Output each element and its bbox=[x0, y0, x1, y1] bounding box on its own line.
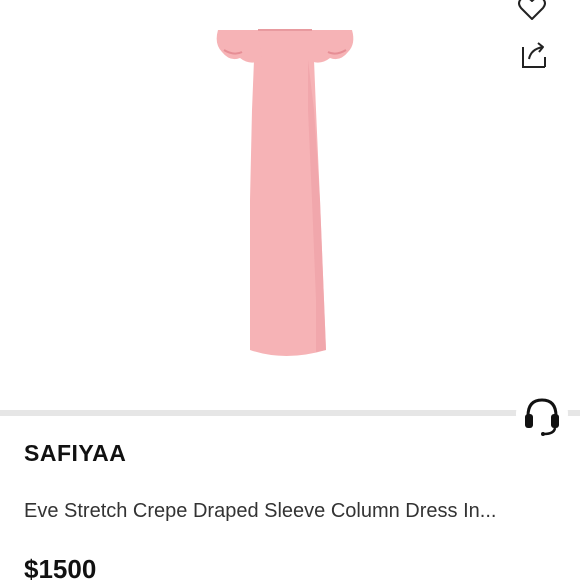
product-image[interactable] bbox=[0, 0, 580, 410]
dress-image bbox=[216, 29, 354, 356]
favorite-button[interactable] bbox=[512, 0, 552, 28]
share-icon bbox=[522, 42, 546, 68]
heart-icon bbox=[518, 0, 546, 20]
share-button[interactable] bbox=[512, 34, 552, 74]
brand-name[interactable]: SAFIYAA bbox=[24, 440, 126, 467]
customer-support-button[interactable] bbox=[516, 388, 568, 440]
section-divider bbox=[0, 410, 580, 416]
headset-icon bbox=[525, 398, 559, 436]
product-price: $1500 bbox=[24, 554, 97, 580]
product-title[interactable]: Eve Stretch Crepe Draped Sleeve Column D… bbox=[24, 500, 564, 523]
